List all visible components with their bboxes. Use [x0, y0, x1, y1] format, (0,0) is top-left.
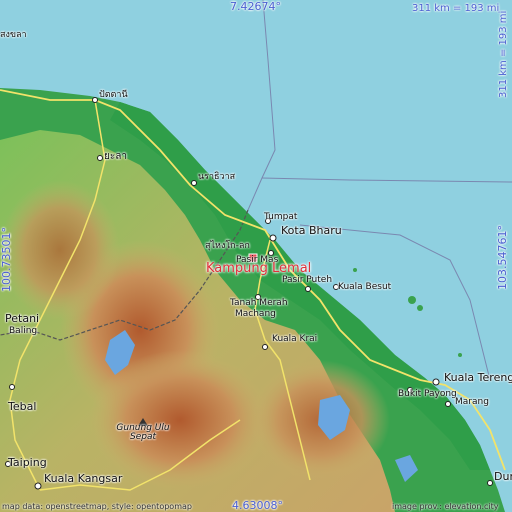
town-marker — [92, 97, 98, 103]
coord-left: 100.73501° — [0, 227, 13, 292]
place-label-tebal: Tebal — [8, 400, 37, 413]
place-label-bukit-payong: Bukit Payong — [398, 389, 457, 399]
place-label-pasir-puteh: Pasir Puteh — [282, 275, 333, 285]
attribution-right: image prov.: elevation.city — [392, 502, 499, 511]
place-label-yala: ยะลา — [104, 151, 127, 162]
mountain-range-north — [0, 180, 120, 320]
place-label-kuala-krai: Kuala Krai — [272, 334, 318, 344]
town-marker — [262, 344, 268, 350]
town-marker — [9, 384, 15, 390]
coord-top: 7.42674° — [230, 0, 281, 13]
town-marker — [191, 180, 197, 186]
place-label-songkhla: สงขลา — [0, 30, 27, 40]
attribution-left: map data: openstreetmap, style: opentopo… — [2, 502, 192, 511]
place-label-pattani: ปัตตานี — [99, 90, 128, 100]
place-label-kuala-kangsar: Kuala Kangsar — [44, 472, 123, 485]
place-label-marang: Marang — [455, 397, 489, 407]
town-marker — [487, 480, 493, 486]
place-label-taiping: Taiping — [8, 456, 47, 469]
place-label-petani: Petani — [5, 312, 40, 325]
place-label-gunung-ulu-sepat: Gunung Ulu Sepat — [116, 423, 170, 442]
place-label-kuala-terengganu: Kuala Tereng — [444, 371, 512, 384]
map-view[interactable]: 7.42674° 4.63008° 311 km = 193 mi 100.73… — [0, 0, 512, 512]
place-label-machang: Machang — [235, 309, 276, 319]
island — [417, 305, 423, 311]
place-label-tumpat: Tumpat — [264, 212, 298, 222]
place-label-su-ngai-kolok: สุไหงโก-ลก — [205, 241, 250, 251]
coord-right: 103.54761° — [496, 225, 509, 290]
island — [353, 268, 357, 272]
coord-bottom: 4.63008° — [232, 499, 283, 512]
town-marker — [305, 286, 311, 292]
town-marker — [97, 155, 103, 161]
island — [408, 296, 416, 304]
scale-right: 311 km = 193 mi — [498, 10, 509, 98]
island — [458, 353, 462, 357]
town-marker — [445, 401, 451, 407]
place-label-baling: Baling — [9, 326, 38, 336]
place-label-tanah-merah: Tanah Merah — [230, 298, 288, 308]
featured-place-label[interactable]: Kampung Lemal — [206, 262, 311, 275]
town-marker — [432, 378, 440, 386]
place-label-kota-bharu: Kota Bharu — [281, 224, 342, 237]
town-marker — [34, 482, 42, 490]
place-label-dungun: Dun — [494, 470, 512, 483]
place-label-kuala-besut: Kuala Besut — [338, 282, 392, 292]
town-marker — [269, 234, 277, 242]
place-label-narathiwat: นราธิวาส — [198, 172, 236, 182]
scale-top: 311 km = 193 mi — [412, 3, 500, 14]
